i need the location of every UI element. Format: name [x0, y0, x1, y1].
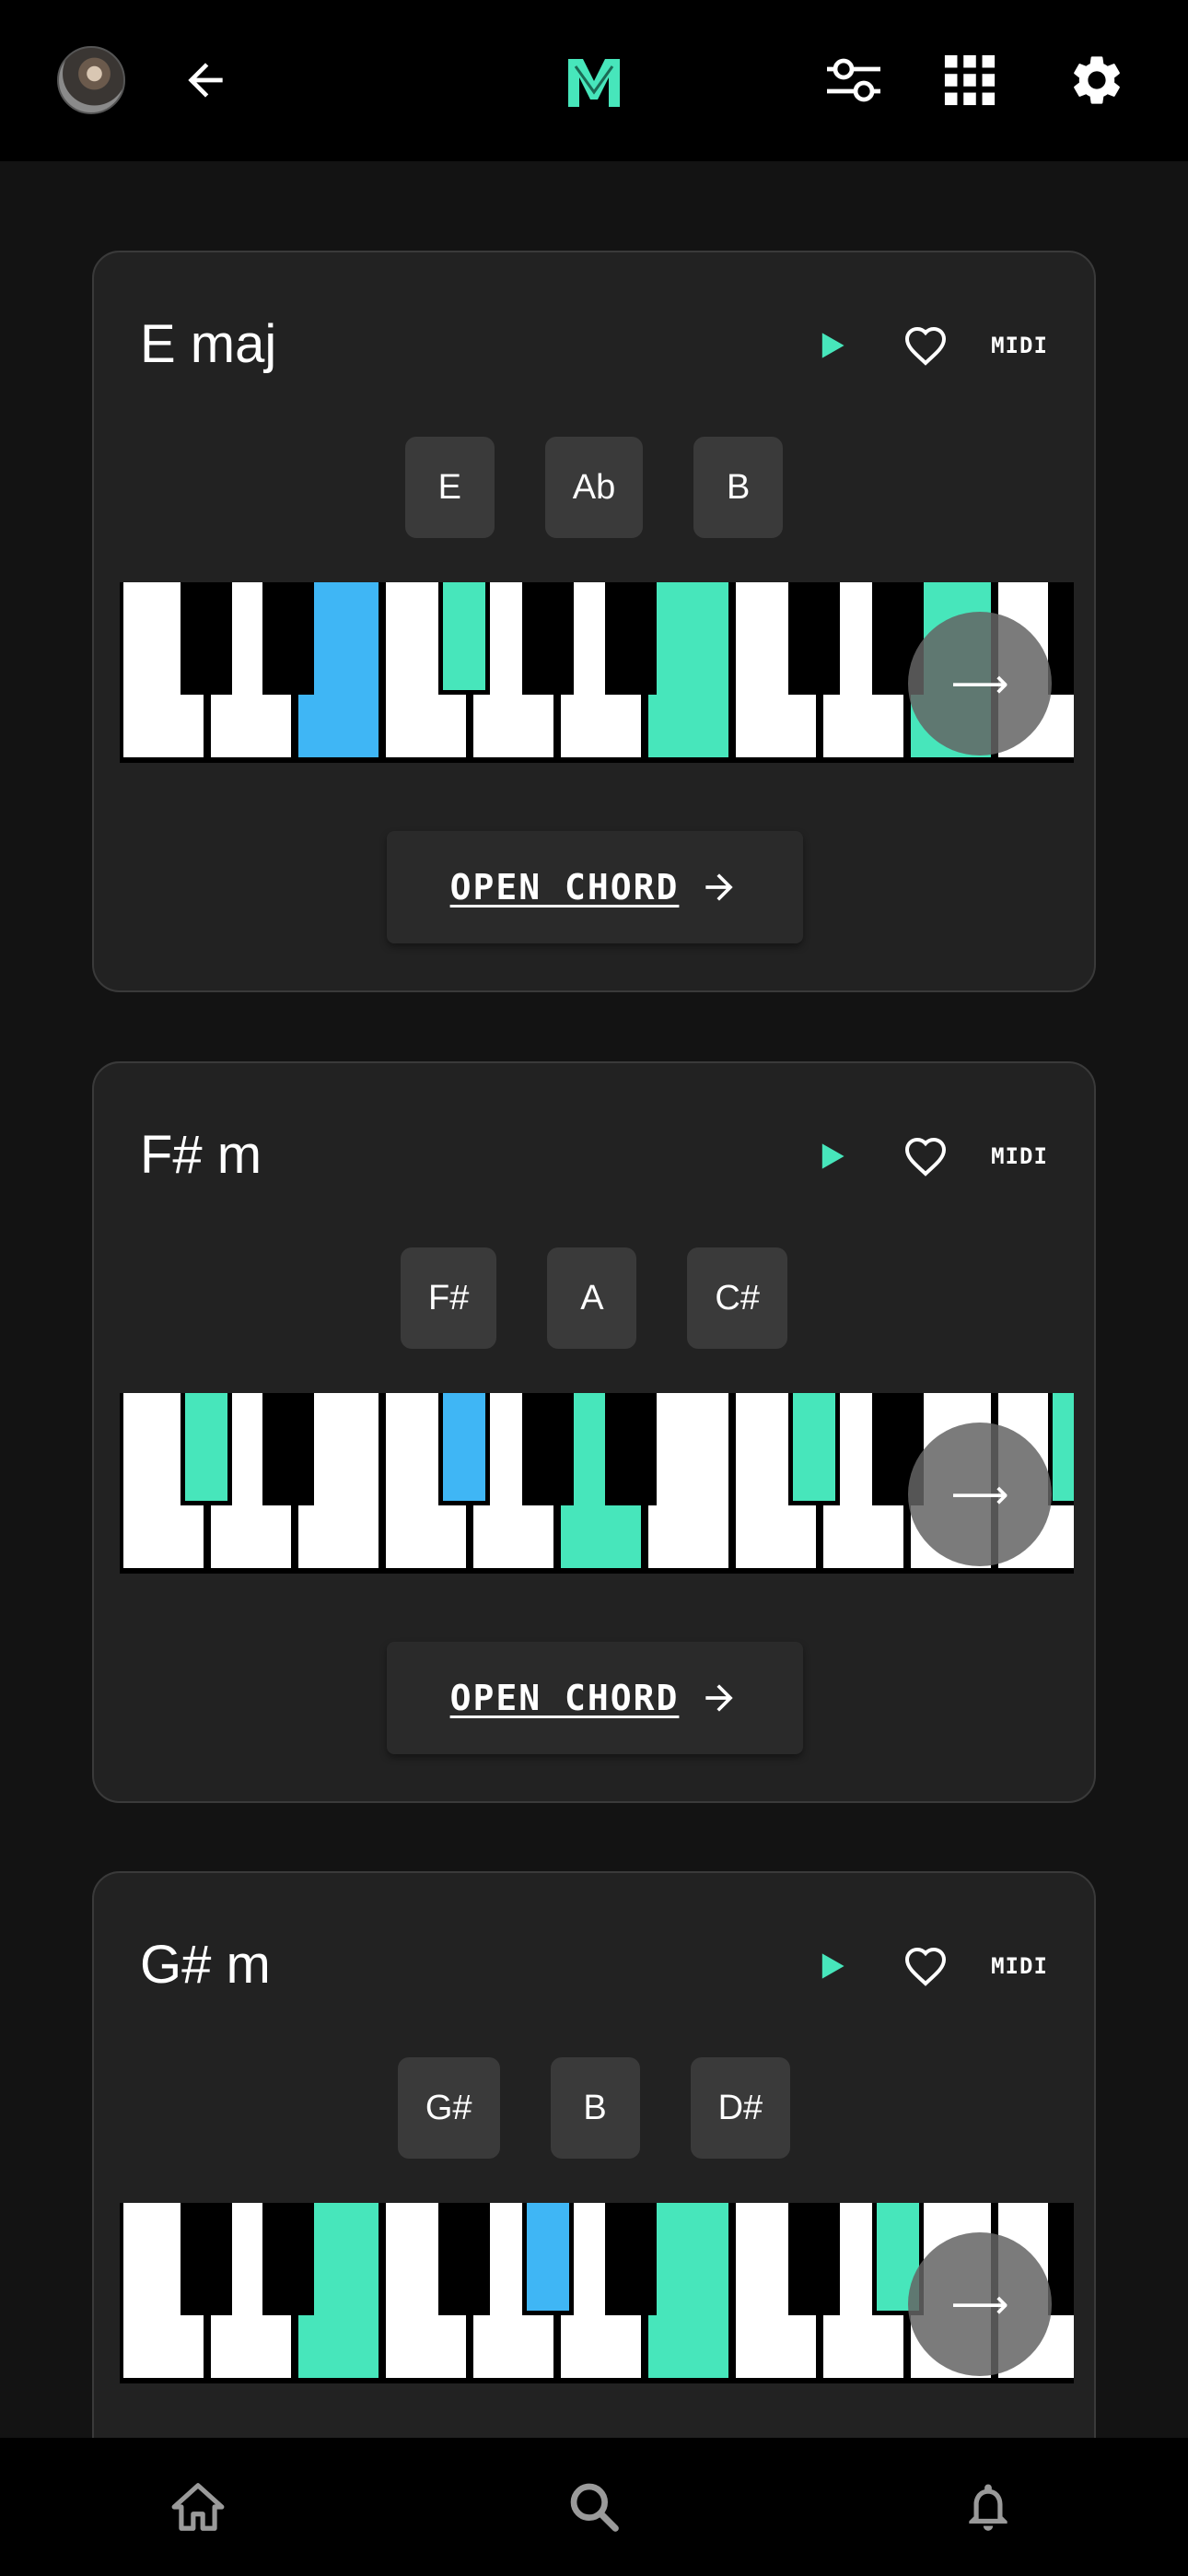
white-key[interactable]: [648, 1393, 729, 1568]
play-icon[interactable]: [803, 1128, 860, 1185]
note-chip[interactable]: D#: [690, 2057, 791, 2159]
black-key[interactable]: [181, 2203, 232, 2315]
black-key[interactable]: [1048, 1393, 1074, 1505]
chord-card: F# m MIDI F# A C# ⟶ OPEN CHORD: [92, 1061, 1096, 1803]
black-key[interactable]: [605, 582, 657, 695]
open-chord-button[interactable]: OPEN CHORD: [387, 831, 803, 943]
card-actions: MIDI: [803, 1938, 1048, 1995]
midi-export-button[interactable]: MIDI: [991, 1128, 1048, 1185]
bottom-nav: [0, 2438, 1188, 2576]
black-key[interactable]: [788, 582, 840, 695]
note-chip[interactable]: B: [550, 2057, 640, 2159]
grid-icon[interactable]: [938, 48, 1002, 112]
black-key[interactable]: [788, 2203, 840, 2315]
chord-title: G# m: [140, 1935, 271, 1995]
heart-icon[interactable]: [897, 317, 954, 374]
chord-card: E maj MIDI E Ab B ⟶ OPEN CHORD: [92, 251, 1096, 992]
chord-notes: F# A C#: [94, 1247, 1094, 1349]
heart-icon[interactable]: [897, 1128, 954, 1185]
black-key[interactable]: [262, 1393, 314, 1505]
black-key[interactable]: [522, 582, 574, 695]
black-key[interactable]: [605, 2203, 657, 2315]
white-key[interactable]: [648, 582, 729, 757]
note-chip[interactable]: Ab: [544, 437, 644, 538]
black-key[interactable]: [438, 582, 490, 695]
black-key[interactable]: [522, 2203, 574, 2315]
chord-notes: G# B D#: [94, 2057, 1094, 2159]
app-logo-icon[interactable]: [557, 44, 631, 118]
note-chip[interactable]: A: [547, 1247, 637, 1349]
bell-icon[interactable]: [956, 2475, 1020, 2539]
play-icon[interactable]: [803, 1938, 860, 1995]
black-key[interactable]: [262, 2203, 314, 2315]
black-key[interactable]: [181, 1393, 232, 1505]
chord-notes: E Ab B: [94, 437, 1094, 538]
arrow-right-icon: [705, 1684, 734, 1712]
sliders-icon[interactable]: [821, 48, 886, 112]
arrow-right-icon: [705, 873, 734, 901]
note-chip[interactable]: G#: [397, 2057, 500, 2159]
card-actions: MIDI: [803, 317, 1048, 374]
open-chord-button[interactable]: OPEN CHORD: [387, 1642, 803, 1754]
white-key[interactable]: [648, 2203, 729, 2378]
note-chip[interactable]: B: [693, 437, 784, 538]
note-chip[interactable]: E: [404, 437, 495, 538]
user-avatar[interactable]: [57, 46, 125, 114]
black-key[interactable]: [1048, 2203, 1074, 2315]
card-actions: MIDI: [803, 1128, 1048, 1185]
search-icon[interactable]: [562, 2475, 626, 2539]
next-arrow-button[interactable]: ⟶: [908, 1423, 1052, 1566]
chord-title: F# m: [140, 1125, 262, 1185]
open-chord-label: OPEN CHORD: [449, 867, 680, 907]
next-arrow-button[interactable]: ⟶: [908, 612, 1052, 755]
chord-title: E maj: [140, 314, 277, 374]
note-chip[interactable]: C#: [687, 1247, 787, 1349]
top-bar: [0, 0, 1188, 161]
black-key[interactable]: [1048, 582, 1074, 695]
midi-export-button[interactable]: MIDI: [991, 1938, 1048, 1995]
black-key[interactable]: [605, 1393, 657, 1505]
play-icon[interactable]: [803, 317, 860, 374]
back-arrow-icon[interactable]: [173, 48, 238, 112]
black-key[interactable]: [522, 1393, 574, 1505]
note-chip[interactable]: F#: [401, 1247, 497, 1349]
home-icon[interactable]: [166, 2475, 230, 2539]
black-key[interactable]: [438, 2203, 490, 2315]
heart-icon[interactable]: [897, 1938, 954, 1995]
gear-icon[interactable]: [1065, 48, 1129, 112]
black-key[interactable]: [438, 1393, 490, 1505]
next-arrow-button[interactable]: ⟶: [908, 2232, 1052, 2376]
black-key[interactable]: [262, 582, 314, 695]
black-key[interactable]: [181, 582, 232, 695]
midi-export-button[interactable]: MIDI: [991, 317, 1048, 374]
black-key[interactable]: [788, 1393, 840, 1505]
open-chord-label: OPEN CHORD: [449, 1678, 680, 1718]
